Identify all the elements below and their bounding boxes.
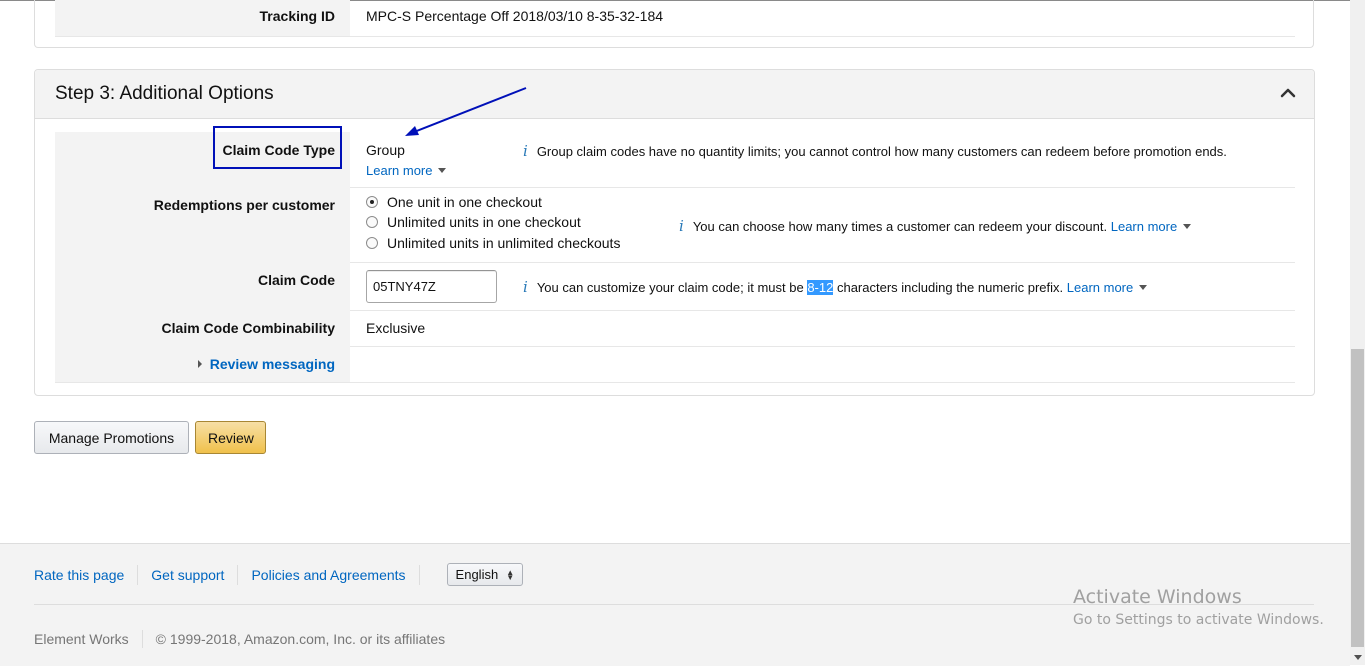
claim-code-info-after: characters including the numeric prefix.: [836, 280, 1064, 295]
review-messaging-row: Review messaging: [55, 346, 1295, 383]
copyright-text: © 1999-2018, Amazon.com, Inc. or its aff…: [155, 631, 446, 647]
claim-code-type-learn-more-link[interactable]: Learn more: [366, 163, 447, 178]
combinability-row: Claim Code Combinability Exclusive: [55, 310, 1295, 347]
radio-button-checked[interactable]: [366, 196, 378, 208]
info-icon: i: [679, 217, 684, 235]
caret-right-icon: [197, 360, 202, 368]
annotation-arrow-icon: [405, 87, 527, 136]
footer-links: Rate this page Get support Policies and …: [34, 563, 524, 586]
step3-panel: Step 3: Additional Options Claim Code Ty…: [34, 69, 1315, 396]
redemptions-info: i You can choose how many times a custome…: [679, 217, 1192, 235]
vertical-scrollbar[interactable]: [1350, 0, 1365, 665]
activate-windows-title: Activate Windows: [1073, 586, 1242, 608]
caret-down-icon: [1139, 285, 1148, 291]
tracking-id-value: MPC-S Percentage Off 2018/03/10 8-35-32-…: [366, 8, 664, 24]
chevron-up-icon[interactable]: [1280, 85, 1296, 101]
tracking-id-row: Tracking ID MPC-S Percentage Off 2018/03…: [55, 0, 1295, 37]
brand-name: Element Works: [34, 631, 129, 647]
scrollbar-thumb[interactable]: [1351, 349, 1364, 647]
redemptions-label: Redemptions per customer: [153, 197, 335, 213]
rate-this-page-link[interactable]: Rate this page: [34, 567, 124, 583]
caret-down-icon: [1183, 224, 1192, 230]
radio-option-one-unit[interactable]: One unit in one checkout: [366, 194, 542, 210]
redemptions-row: Redemptions per customer One unit in one…: [55, 187, 1295, 263]
footer-divider: [137, 564, 139, 585]
radio-label: Unlimited units in unlimited checkouts: [387, 235, 621, 251]
claim-code-info: i You can customize your claim code; it m…: [523, 278, 1148, 296]
policies-link[interactable]: Policies and Agreements: [251, 567, 405, 583]
review-button[interactable]: Review: [195, 421, 266, 454]
info-icon: i: [523, 142, 528, 160]
annotation-highlight-box: [213, 126, 342, 169]
tracking-id-label: Tracking ID: [259, 8, 335, 24]
combinability-label-cell: Claim Code Combinability: [55, 310, 350, 346]
radio-label: One unit in one checkout: [387, 194, 542, 210]
claim-code-input[interactable]: [366, 270, 497, 303]
redemptions-label-cell: Redemptions per customer: [55, 187, 350, 262]
language-value: English: [455, 567, 499, 582]
footer-bottom: Element Works © 1999-2018, Amazon.com, I…: [34, 630, 445, 648]
step3-title: Step 3: Additional Options: [55, 83, 274, 104]
radio-option-unlimited-checkouts[interactable]: Unlimited units in unlimited checkouts: [366, 235, 620, 251]
combinability-value: Exclusive: [366, 320, 426, 336]
footer-divider: [237, 564, 239, 585]
selected-text-highlight: 8-12: [807, 280, 834, 295]
claim-code-info-before: You can customize your claim code; it mu…: [536, 280, 804, 295]
radio-button[interactable]: [366, 216, 378, 228]
claim-code-label-cell: Claim Code: [55, 262, 350, 310]
review-messaging-link[interactable]: Review messaging: [197, 356, 335, 372]
get-support-link[interactable]: Get support: [151, 567, 224, 583]
language-select[interactable]: English ▲ ▼: [446, 563, 524, 586]
footer-divider: [418, 564, 420, 585]
claim-code-learn-more-text: Learn more: [1066, 280, 1134, 295]
activate-windows-subtitle: Go to Settings to activate Windows.: [1073, 612, 1324, 628]
sort-arrows-icon: ▲ ▼: [506, 567, 515, 582]
redemptions-learn-more-link[interactable]: Learn more: [1110, 219, 1192, 234]
claim-code-type-value: Group: [366, 142, 405, 158]
radio-option-unlimited-units-one-checkout[interactable]: Unlimited units in one checkout: [366, 214, 581, 230]
claim-code-row: Claim Code i You can customize your claim…: [55, 262, 1295, 311]
claim-code-learn-more-link[interactable]: Learn more: [1066, 280, 1148, 295]
claim-code-type-learn-more-text: Learn more: [366, 163, 433, 178]
redemptions-learn-more-text: Learn more: [1110, 219, 1178, 234]
scroll-down-arrow-icon[interactable]: [1350, 650, 1365, 665]
tracking-label-cell: Tracking ID: [55, 0, 350, 36]
radio-button[interactable]: [366, 237, 378, 249]
claim-code-type-info: i Group claim codes have no quantity limi…: [523, 142, 1227, 160]
step3-header[interactable]: Step 3: Additional Options: [35, 70, 1314, 119]
redemptions-info-text: You can choose how many times a customer…: [692, 219, 1108, 234]
combinability-label: Claim Code Combinability: [161, 320, 335, 336]
caret-down-icon: [438, 168, 447, 174]
footer-divider: [141, 630, 143, 648]
manage-promotions-button[interactable]: Manage Promotions: [34, 421, 189, 454]
claim-code-type-info-text: Group claim codes have no quantity limit…: [536, 144, 1227, 159]
previous-step-panel: Tracking ID MPC-S Percentage Off 2018/03…: [34, 0, 1314, 48]
claim-code-label: Claim Code: [257, 272, 335, 288]
radio-label: Unlimited units in one checkout: [387, 214, 581, 230]
info-icon: i: [523, 278, 528, 296]
review-messaging-label-cell: Review messaging: [55, 346, 350, 382]
review-messaging-text: Review messaging: [209, 356, 335, 372]
